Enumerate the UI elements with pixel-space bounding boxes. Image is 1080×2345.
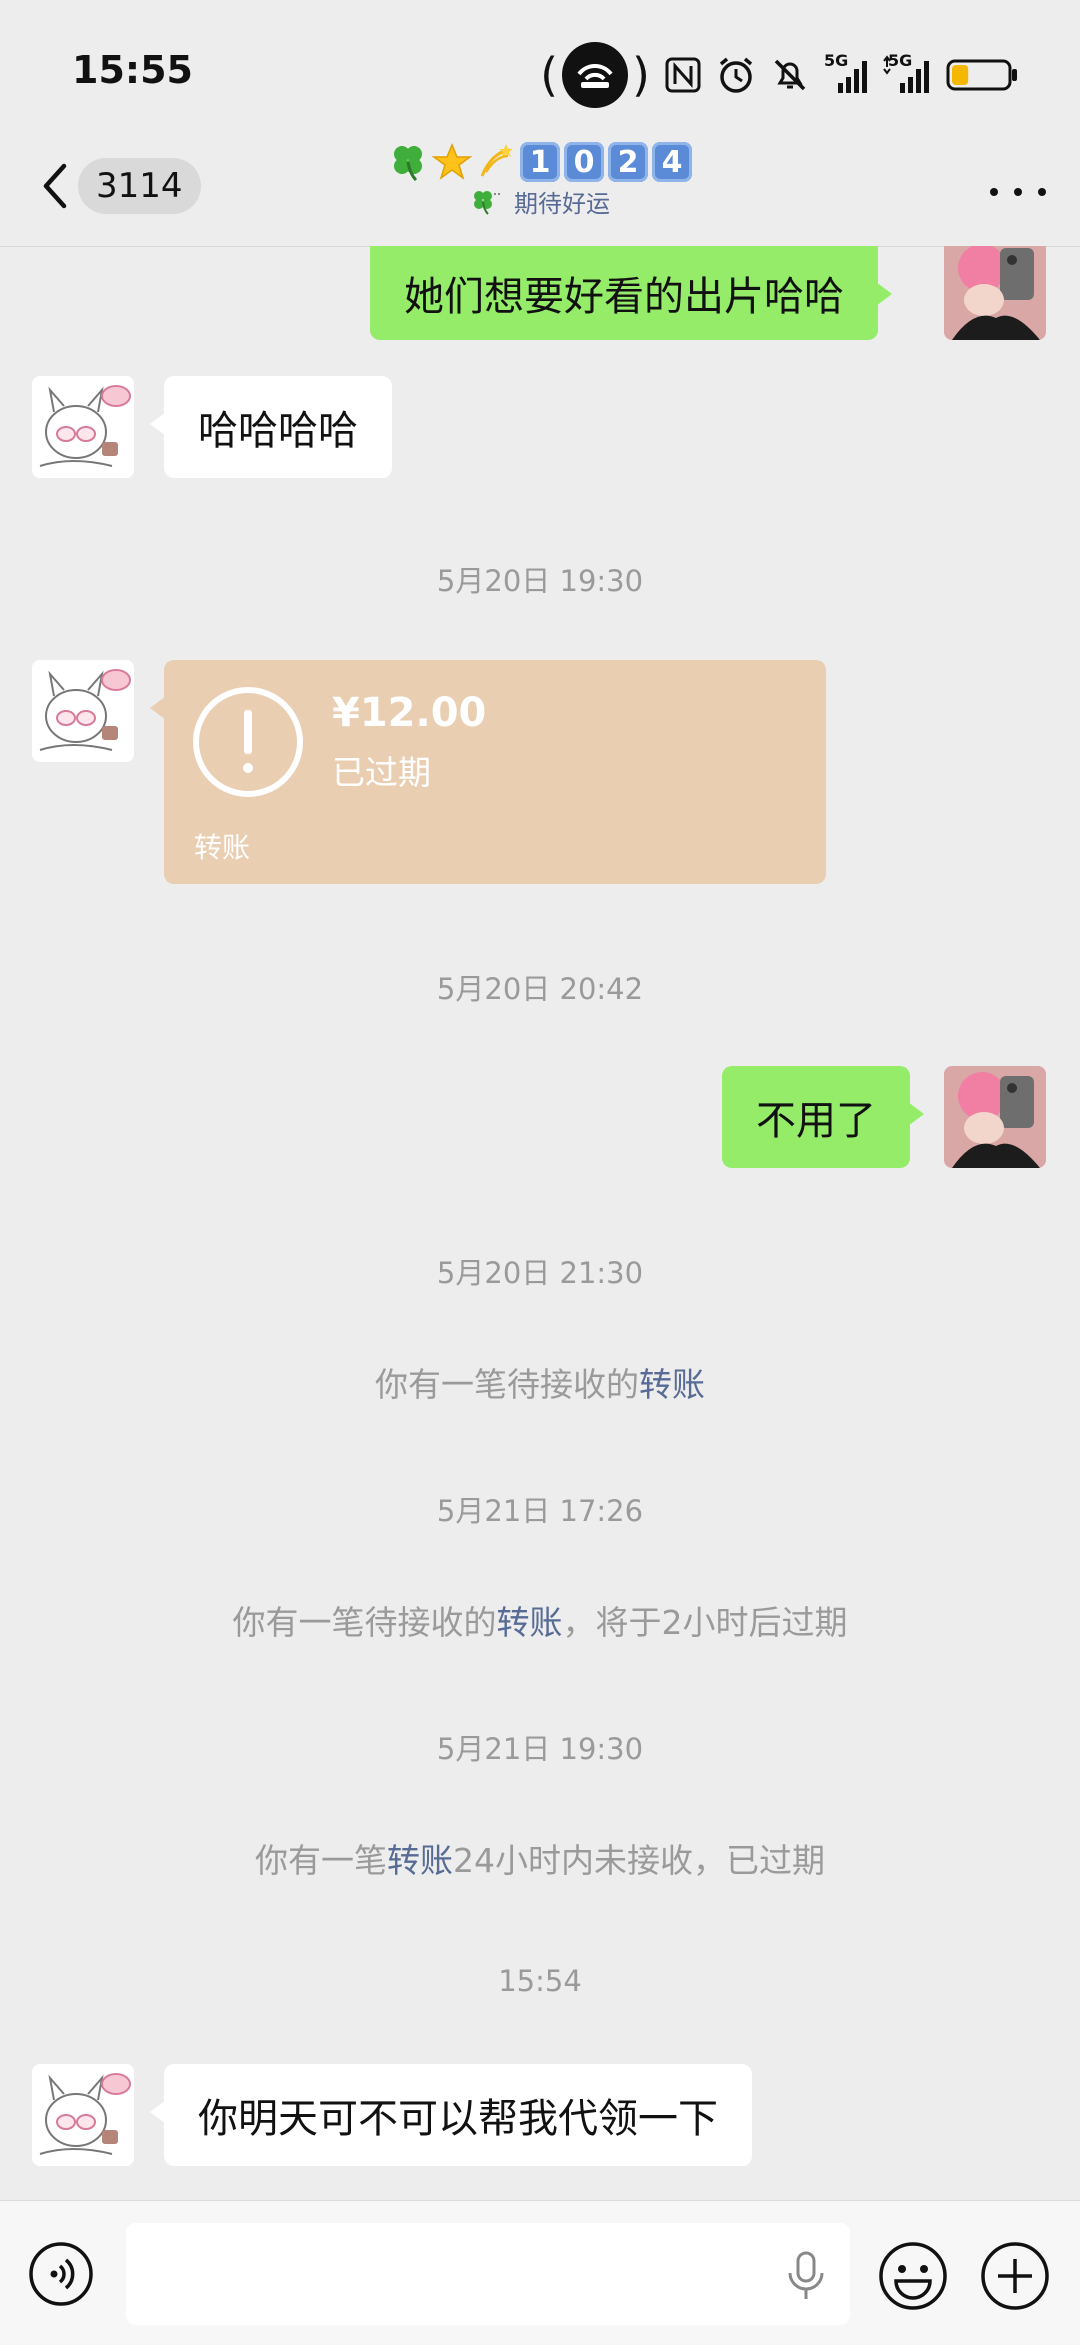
timestamp: 5月20日 20:42 <box>436 972 644 1006</box>
contact-avatar[interactable] <box>32 2064 134 2166</box>
back-button[interactable]: 3114 <box>36 158 201 214</box>
signal-2-icon: 5G <box>882 51 932 95</box>
contact-avatar[interactable] <box>32 376 134 478</box>
message-text: 不用了 <box>756 1098 876 1144</box>
message-input[interactable] <box>126 2223 850 2325</box>
transfer-link[interactable]: 转账 <box>497 1603 563 1642</box>
my-avatar[interactable] <box>944 246 1046 340</box>
microphone-icon[interactable] <box>784 2251 828 2301</box>
more-options-button[interactable] <box>990 172 1046 212</box>
transfer-status: 已过期 <box>332 753 431 792</box>
mute-bell-icon <box>774 59 806 91</box>
signal-1-icon: 5G <box>824 51 868 95</box>
transfer-amount: ¥12.00 <box>332 690 487 736</box>
chat-subtitle: 期待好运 <box>300 184 780 219</box>
status-time: 15:55 <box>72 48 193 92</box>
nav-bar: 3114 1 0 2 4 期待好运 <box>0 140 1080 247</box>
more-dot-icon <box>1014 188 1022 196</box>
transfer-card[interactable]: ¥12.00 已过期 转账 <box>150 660 826 884</box>
hotspot-icon: ( ) <box>540 42 650 108</box>
status-icons: ( ) 5G 5G <box>540 40 1020 110</box>
title-digit-4: 4 <box>652 142 692 182</box>
clover-icon <box>388 142 428 182</box>
battery-icon <box>946 59 1017 91</box>
unread-count-badge: 3114 <box>78 158 201 214</box>
transfer-link[interactable]: 转账 <box>639 1365 705 1404</box>
chevron-left-icon <box>43 163 67 209</box>
more-dot-icon <box>1038 188 1046 196</box>
system-message-text: ，将于2小时后过期 <box>562 1603 848 1642</box>
exclamation-circle-icon <box>193 687 303 797</box>
timestamp: 5月20日 19:30 <box>436 564 644 598</box>
more-dot-icon <box>990 188 998 196</box>
transfer-link[interactable]: 转账 <box>387 1841 453 1880</box>
system-message: 你有一笔转账24小时内未接收，已过期 <box>0 1834 1080 1882</box>
plus-button[interactable] <box>980 2241 1050 2311</box>
incoming-message-bubble[interactable]: 哈哈哈哈 <box>150 376 392 478</box>
system-message-text: 你有一笔待接收的 <box>375 1365 639 1404</box>
small-clover-icon <box>474 190 502 215</box>
outgoing-message-bubble[interactable]: 她们想要好看的出片哈哈 <box>370 246 892 340</box>
subtitle-text: 期待好运 <box>514 190 610 218</box>
outgoing-message-bubble[interactable]: 不用了 <box>722 1066 924 1168</box>
timestamp: 5月20日 21:30 <box>436 1256 644 1290</box>
chat-title-area[interactable]: 1 0 2 4 期待好运 <box>300 140 780 219</box>
system-message: 你有一笔待接收的转账 <box>0 1358 1080 1406</box>
message-text: 哈哈哈哈 <box>198 408 358 454</box>
emoji-button[interactable] <box>878 2241 948 2311</box>
voice-toggle-button[interactable] <box>28 2241 94 2307</box>
title-digit-1: 1 <box>520 142 560 182</box>
status-bar: 15:55 ( ) 5G 5G <box>0 0 1080 140</box>
incoming-message-bubble[interactable]: 你明天可不可以帮我代领一下 <box>150 2064 752 2166</box>
title-digit-3: 2 <box>608 142 648 182</box>
message-text: 你明天可不可以帮我代领一下 <box>198 2096 718 2142</box>
dizzy-icon <box>476 142 516 182</box>
timestamp: 5月21日 19:30 <box>436 1732 644 1766</box>
system-message-text: 24小时内未接收，已过期 <box>453 1841 825 1880</box>
contact-avatar[interactable] <box>32 660 134 762</box>
timestamp: 5月21日 17:26 <box>436 1494 644 1528</box>
message-text: 她们想要好看的出片哈哈 <box>404 274 844 320</box>
transfer-label: 转账 <box>194 831 251 864</box>
input-bar <box>0 2200 1080 2345</box>
system-message: 你有一笔待接收的转账，将于2小时后过期 <box>0 1596 1080 1644</box>
timestamp: 15:54 <box>498 1964 582 1998</box>
chat-title: 1 0 2 4 <box>300 142 780 182</box>
star-icon <box>432 142 472 182</box>
title-digit-2: 0 <box>564 142 604 182</box>
system-message-text: 你有一笔待接收的 <box>232 1603 497 1642</box>
my-avatar[interactable] <box>944 1066 1046 1168</box>
nfc-icon <box>665 57 701 93</box>
system-message-text: 你有一笔 <box>255 1841 387 1880</box>
alarm-icon <box>719 57 753 93</box>
